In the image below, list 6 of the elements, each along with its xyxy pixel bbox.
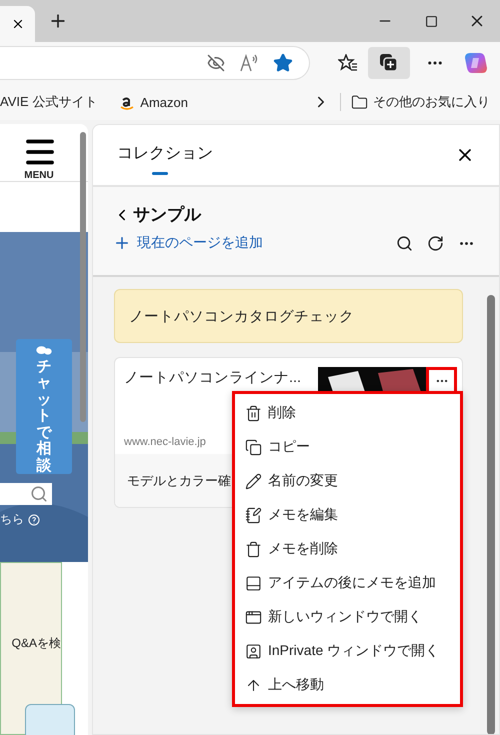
- card-title: ノートパソコンラインナ...: [124, 369, 302, 387]
- collection-name: サンプル: [133, 204, 201, 226]
- card-url: www.nec-lavie.jp: [124, 436, 206, 448]
- card-note: モデルとカラー確: [127, 472, 231, 490]
- info-text: Q&Aを検: [10, 635, 61, 652]
- panel-title: コレクション: [117, 144, 213, 164]
